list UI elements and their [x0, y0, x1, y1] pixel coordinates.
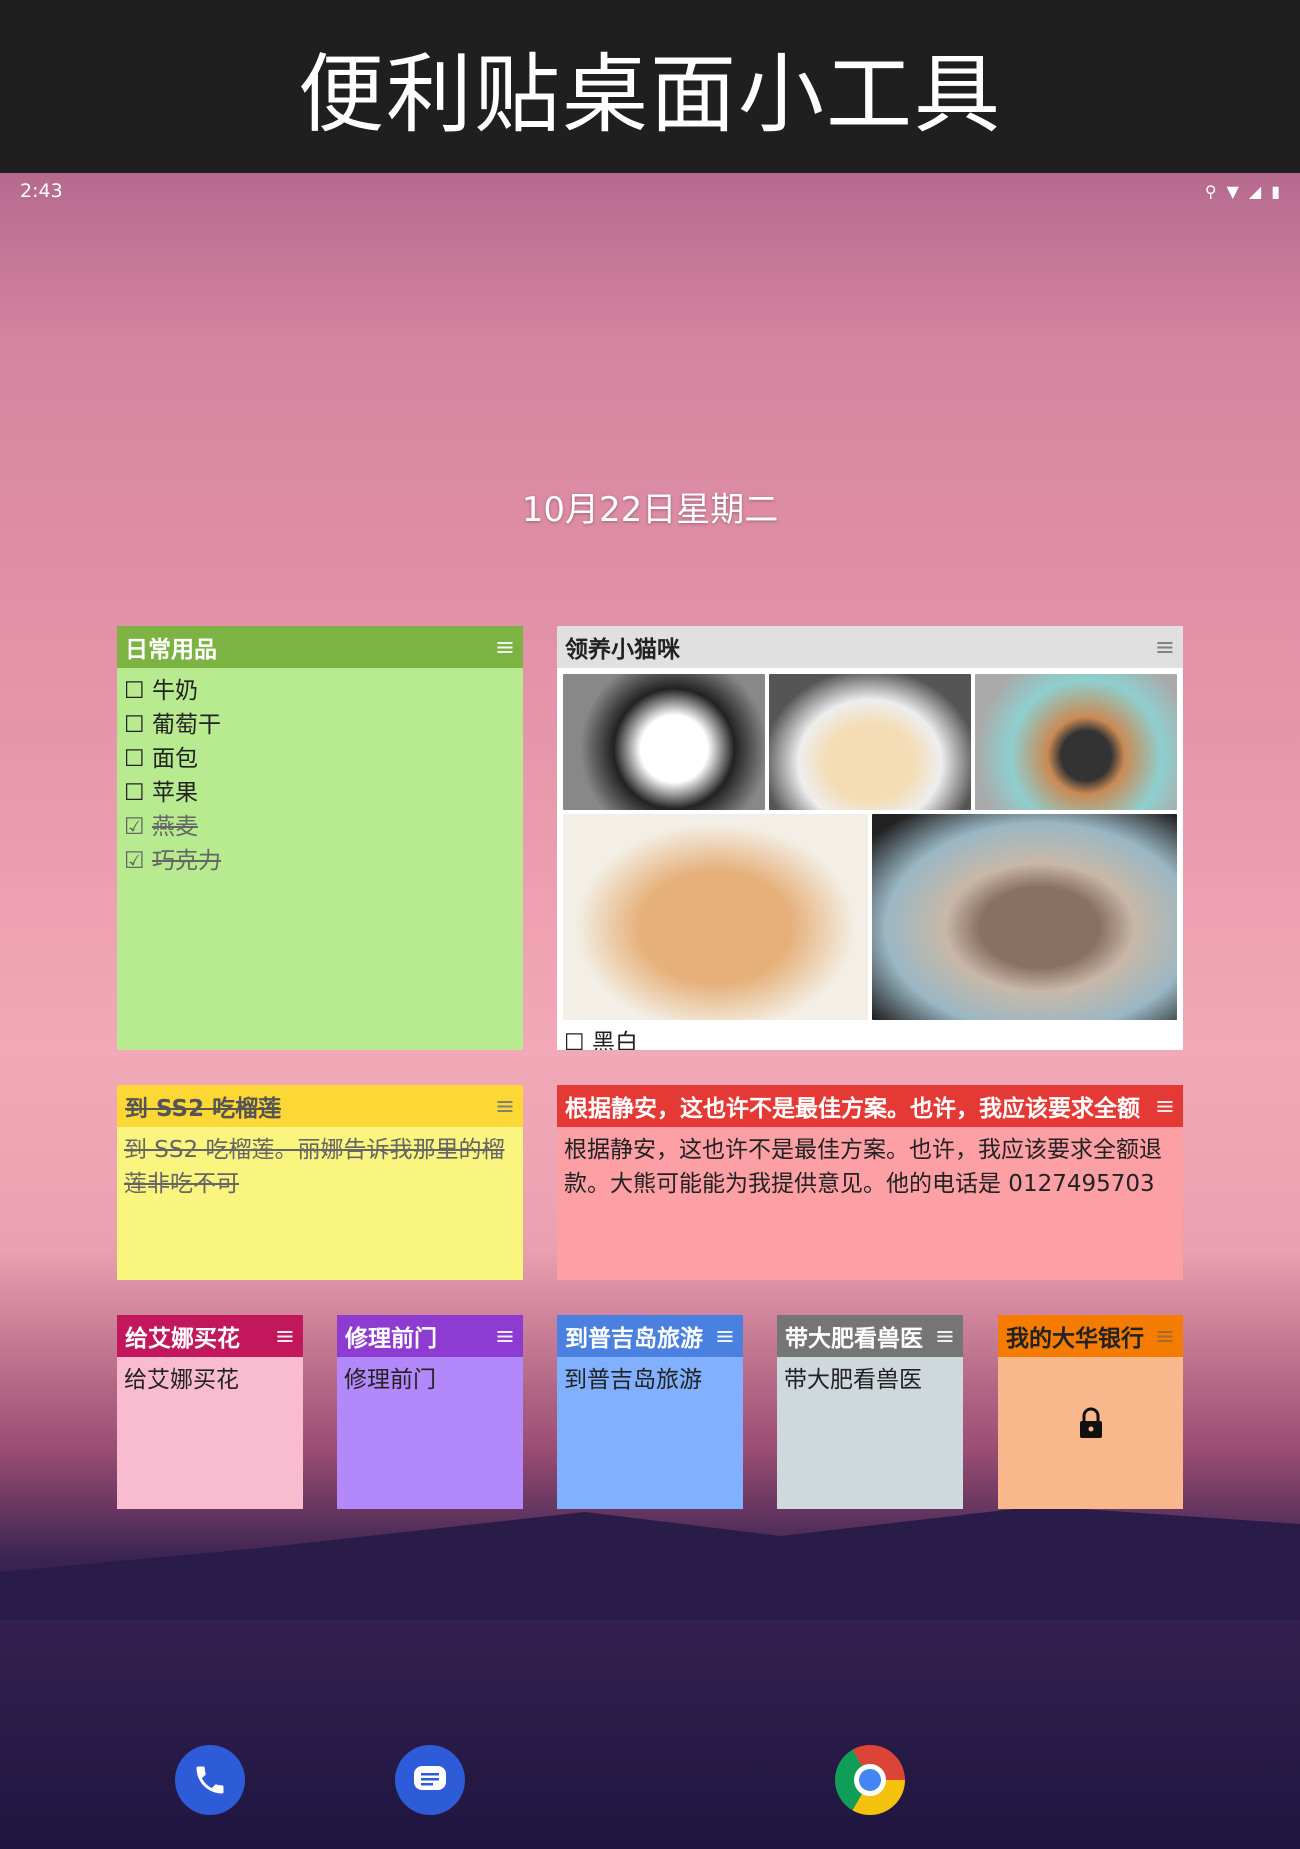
chrome-icon[interactable]	[835, 1745, 905, 1815]
item-label: 燕麦	[151, 814, 198, 840]
battery-icon: ▮	[1271, 181, 1280, 201]
checklist-item[interactable]: ☑ 巧克力	[124, 844, 516, 878]
menu-icon[interactable]: ≡	[495, 1322, 515, 1350]
note-phuket[interactable]: 到普吉岛旅游 ≡ 到普吉岛旅游	[557, 1315, 743, 1509]
note-title: 修理前门	[345, 1326, 437, 1352]
checkbox[interactable]: ☐	[124, 712, 145, 738]
kitten-black-white-photo[interactable]	[563, 674, 765, 810]
note-kittens[interactable]: 领养小猫咪 ≡ ☐ 黑白	[557, 626, 1183, 1050]
note-vet[interactable]: 带大肥看兽医 ≡ 带大肥看兽医	[777, 1315, 963, 1509]
kitten-orange-photo[interactable]	[563, 814, 868, 1020]
note-title: 我的大华银行	[1006, 1326, 1144, 1352]
checklist-item[interactable]: ☐ 黑白	[557, 1026, 1183, 1050]
date-widget[interactable]: 10月22日星期二	[0, 482, 1300, 531]
menu-icon[interactable]: ≡	[275, 1322, 295, 1350]
kitten-cream-photo[interactable]	[769, 674, 971, 810]
phone-icon[interactable]	[175, 1745, 245, 1815]
checkbox: ☐	[564, 1030, 585, 1050]
checkbox[interactable]: ☐	[124, 678, 145, 704]
menu-icon[interactable]: ≡	[495, 633, 515, 661]
item-label: 葡萄干	[151, 712, 221, 738]
menu-icon[interactable]: ≡	[1155, 1322, 1175, 1350]
item-label: 牛奶	[151, 678, 198, 704]
note-groceries[interactable]: 日常用品 ≡ ☐ 牛奶 ☐ 葡萄干 ☐ 面包 ☐ 苹果 ☑ 燕麦 ☑ 巧克力	[117, 626, 523, 1050]
note-body: 到普吉岛旅游	[564, 1367, 702, 1393]
kitten-tabby-photo[interactable]	[872, 814, 1177, 1020]
note-refund[interactable]: 根据静安，这也许不是最佳方案。也许，我应该要求全额 ≡ 根据静安，这也许不是最佳方…	[557, 1085, 1183, 1280]
checklist-item[interactable]: ☐ 面包	[124, 742, 516, 776]
item-label: 面包	[151, 746, 198, 772]
checklist-item[interactable]: ☐ 苹果	[124, 776, 516, 810]
note-title: 根据静安，这也许不是最佳方案。也许，我应该要求全额	[565, 1096, 1140, 1122]
checklist-item[interactable]: ☑ 燕麦	[124, 810, 516, 844]
location-icon: ⚲	[1204, 181, 1217, 201]
note-durian[interactable]: 到 SS2 吃榴莲 ≡ 到 SS2 吃榴莲。丽娜告诉我那里的榴莲非吃不可	[117, 1085, 523, 1280]
checkbox[interactable]: ☑	[124, 814, 145, 840]
lock-icon	[998, 1407, 1183, 1439]
item-label: 黑白	[591, 1030, 638, 1050]
checklist-item[interactable]: ☐ 牛奶	[124, 674, 516, 708]
note-title: 日常用品	[125, 637, 217, 663]
menu-icon[interactable]: ≡	[1155, 1092, 1175, 1120]
note-body: 修理前门	[344, 1367, 436, 1393]
note-title: 到 SS2 吃榴莲	[125, 1096, 282, 1122]
note-title: 到普吉岛旅游	[565, 1326, 703, 1352]
kitten-calico-photo[interactable]	[975, 674, 1177, 810]
note-flowers[interactable]: 给艾娜买花 ≡ 给艾娜买花	[117, 1315, 303, 1509]
checklist: ☐ 牛奶 ☐ 葡萄干 ☐ 面包 ☐ 苹果 ☑ 燕麦 ☑ 巧克力	[117, 668, 523, 884]
status-bar: 2:43 ⚲ ▼ ◢ ▮	[20, 178, 1280, 204]
menu-icon[interactable]: ≡	[935, 1322, 955, 1350]
messages-icon[interactable]	[395, 1745, 465, 1815]
checkbox[interactable]: ☐	[124, 746, 145, 772]
checkbox[interactable]: ☑	[124, 848, 145, 874]
menu-icon[interactable]: ≡	[495, 1092, 515, 1120]
banner-title: 便利贴桌面小工具	[0, 0, 1300, 173]
note-bank[interactable]: 我的大华银行 ≡	[998, 1315, 1183, 1509]
note-title: 给艾娜买花	[125, 1326, 240, 1352]
item-label: 苹果	[151, 780, 198, 806]
signal-icon: ◢	[1248, 181, 1262, 201]
note-body: 给艾娜买花	[124, 1367, 239, 1393]
note-title: 领养小猫咪	[565, 637, 680, 663]
note-door[interactable]: 修理前门 ≡ 修理前门	[337, 1315, 523, 1509]
checkbox[interactable]: ☐	[124, 780, 145, 806]
clock: 2:43	[20, 180, 63, 202]
mountain-wallpaper	[0, 1506, 1300, 1620]
wifi-icon: ▼	[1226, 181, 1239, 201]
note-title: 带大肥看兽医	[785, 1326, 923, 1352]
menu-icon[interactable]: ≡	[715, 1322, 735, 1350]
menu-icon[interactable]: ≡	[1155, 633, 1175, 661]
note-body: 到 SS2 吃榴莲。丽娜告诉我那里的榴莲非吃不可	[124, 1137, 505, 1197]
item-label: 巧克力	[151, 848, 221, 874]
note-body: 根据静安，这也许不是最佳方案。也许，我应该要求全额退款。大熊可能能为我提供意见。…	[564, 1137, 1162, 1197]
checklist-item[interactable]: ☐ 葡萄干	[124, 708, 516, 742]
note-body: 带大肥看兽医	[784, 1367, 922, 1393]
